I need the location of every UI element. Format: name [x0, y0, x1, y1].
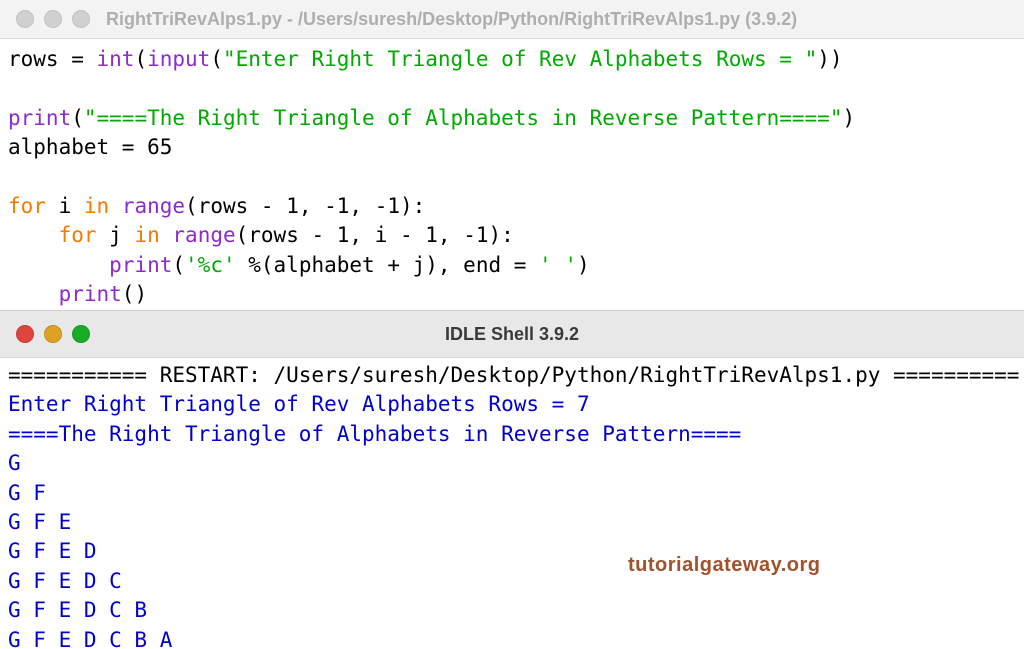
shell-output[interactable]: =========== RESTART: /Users/suresh/Deskt…	[0, 358, 1024, 649]
output-line: G F E D C B	[8, 598, 148, 623]
output-line: G	[8, 451, 21, 476]
code-line-4[interactable]: for i in range(rows - 1, -1, -1):	[8, 192, 1024, 221]
window-controls	[16, 10, 90, 28]
zoom-button[interactable]	[72, 325, 90, 343]
shell-window: IDLE Shell 3.9.2 =========== RESTART: /U…	[0, 310, 1024, 649]
code-line-7[interactable]: print()	[8, 280, 1024, 309]
code-line-6[interactable]: print('%c' %(alphabet + j), end = ' ')	[8, 251, 1024, 280]
code-line-2[interactable]: print("====The Right Triangle of Alphabe…	[8, 104, 1024, 133]
close-button[interactable]	[16, 325, 34, 343]
output-line: G F E	[8, 509, 72, 534]
input-prompt-line: Enter Right Triangle of Rev Alphabets Ro…	[8, 392, 590, 417]
code-line-blank[interactable]	[8, 74, 1024, 103]
minimize-button[interactable]	[44, 325, 62, 343]
output-line: G F	[8, 480, 46, 505]
shell-title: IDLE Shell 3.9.2	[444, 323, 580, 344]
code-line-1[interactable]: rows = int(input("Enter Right Triangle o…	[8, 45, 1024, 74]
watermark: tutorialgateway.org	[628, 554, 821, 576]
output-line: G F E D C	[8, 568, 122, 593]
zoom-button[interactable]	[72, 10, 90, 28]
code-editor[interactable]: rows = int(input("Enter Right Triangle o…	[0, 39, 1024, 310]
minimize-button[interactable]	[44, 10, 62, 28]
code-line-blank[interactable]	[8, 163, 1024, 192]
close-button[interactable]	[16, 10, 34, 28]
restart-line: =========== RESTART: /Users/suresh/Deskt…	[8, 363, 1020, 387]
editor-window: RightTriRevAlps1.py - /Users/suresh/Desk…	[0, 0, 1024, 310]
editor-title: RightTriRevAlps1.py - /Users/suresh/Desk…	[106, 8, 798, 29]
shell-titlebar: IDLE Shell 3.9.2	[0, 310, 1024, 358]
code-line-3[interactable]: alphabet = 65	[8, 133, 1024, 162]
output-line: G F E D C B A	[8, 627, 173, 649]
window-controls	[16, 325, 90, 343]
code-line-5[interactable]: for j in range(rows - 1, i - 1, -1):	[8, 221, 1024, 250]
editor-titlebar: RightTriRevAlps1.py - /Users/suresh/Desk…	[0, 0, 1024, 39]
output-line: G F E D	[8, 539, 97, 564]
output-header-line: ====The Right Triangle of Alphabets in R…	[8, 421, 742, 446]
